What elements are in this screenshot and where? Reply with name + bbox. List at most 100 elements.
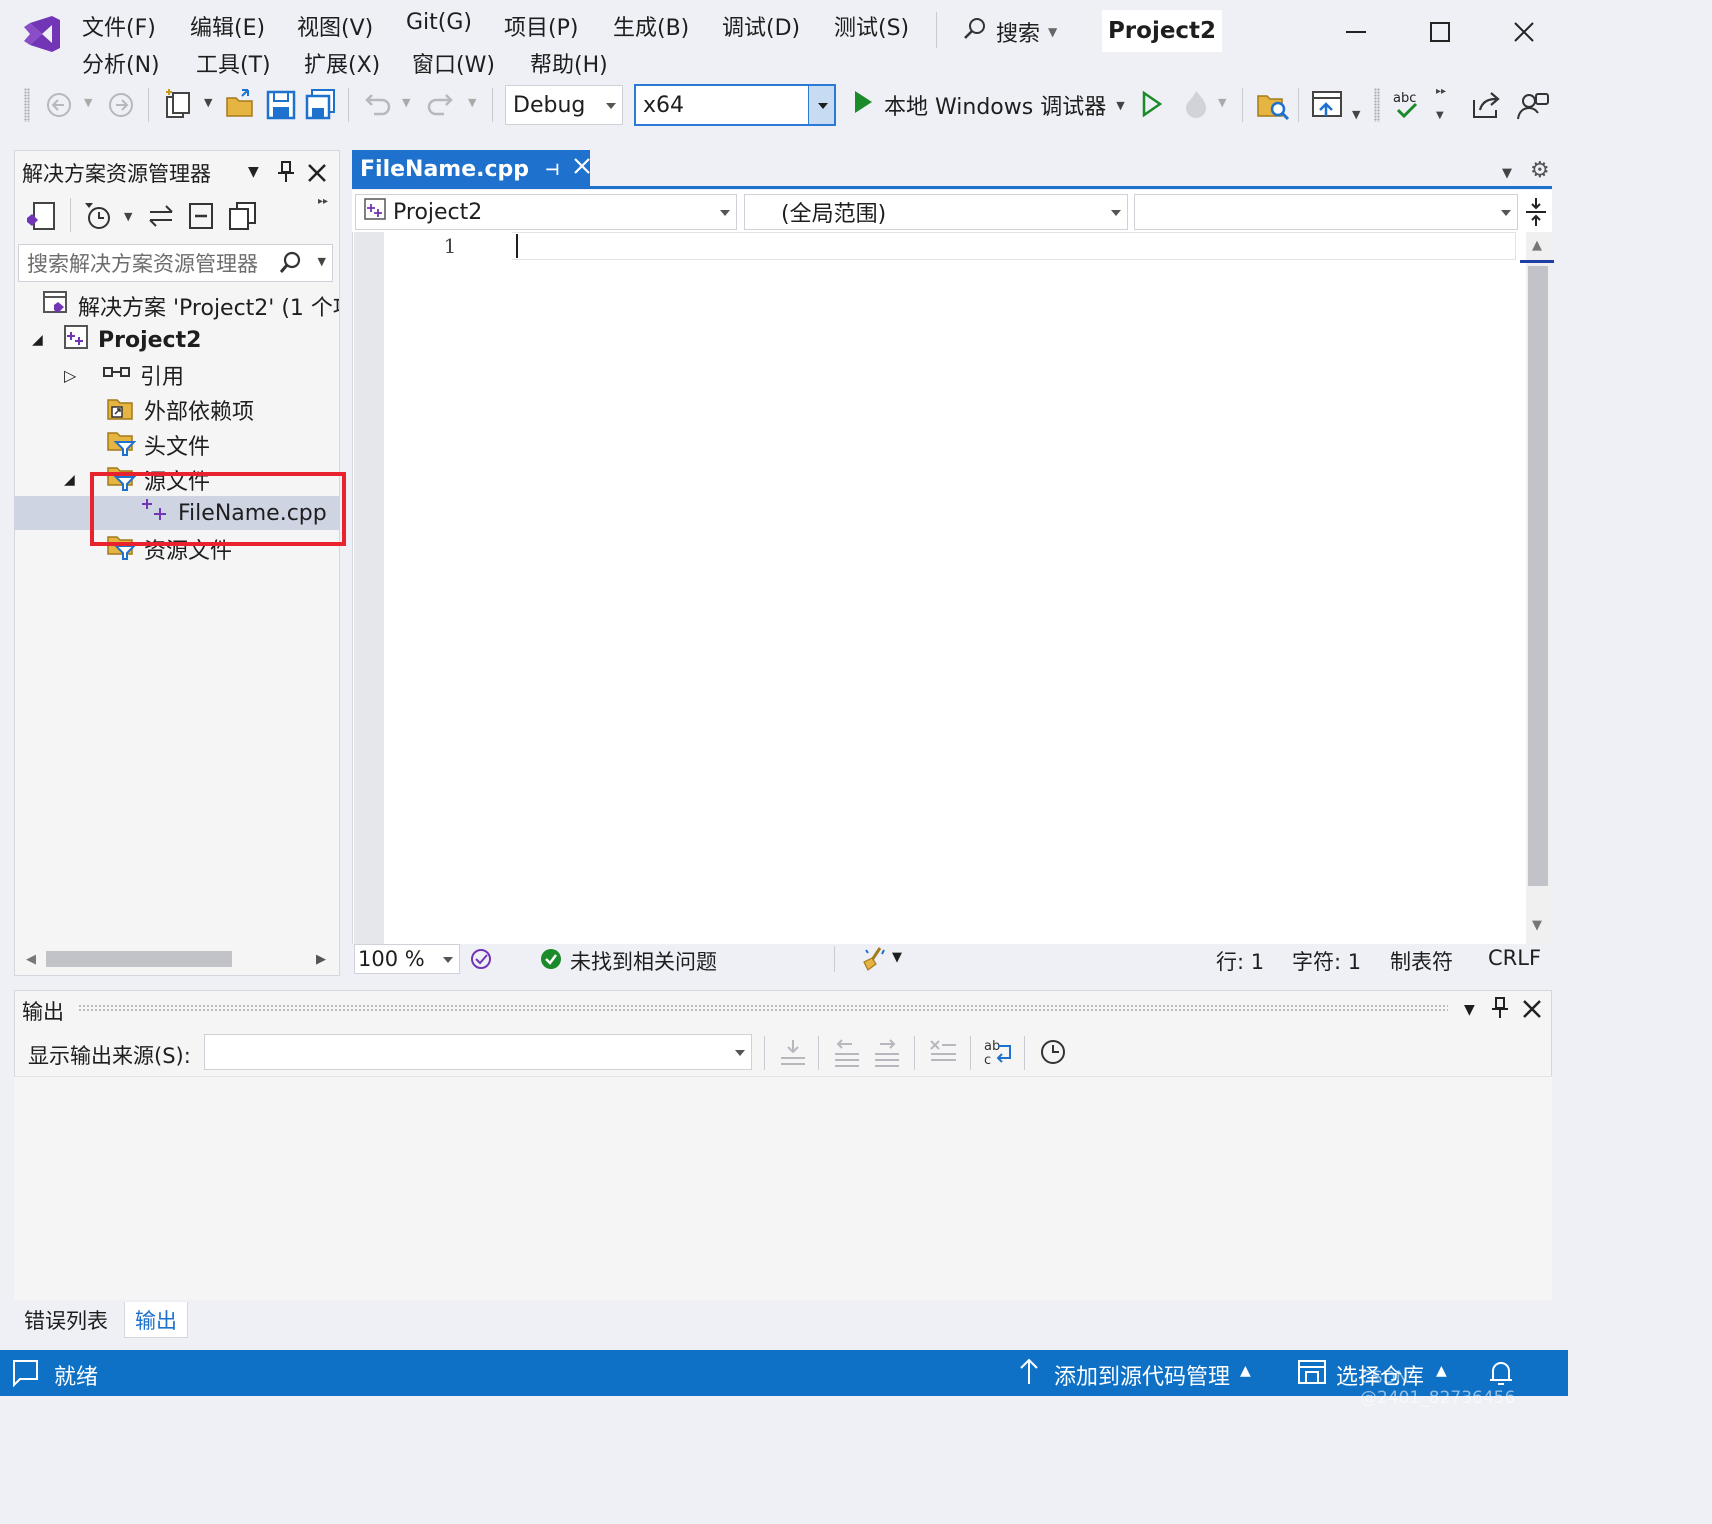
tab-error-list[interactable]: 错误列表	[14, 1302, 118, 1338]
intellicode-icon[interactable]	[468, 946, 494, 977]
share-icon[interactable]	[1470, 88, 1504, 128]
next-message-icon[interactable]	[872, 1036, 902, 1074]
split-editor-icon[interactable]	[1522, 196, 1550, 234]
close-icon[interactable]	[306, 162, 328, 190]
collapsed-triangle-icon[interactable]: ▷	[64, 366, 94, 385]
toolbar-grip[interactable]	[1374, 88, 1380, 122]
menu-view[interactable]: 视图(V)	[297, 10, 373, 42]
save-all-icon[interactable]	[304, 88, 338, 128]
code-editor[interactable]	[352, 232, 1526, 944]
toolbar-grip[interactable]	[24, 88, 30, 122]
close-icon[interactable]	[1521, 998, 1543, 1026]
pending-changes-filter-icon[interactable]	[82, 200, 116, 238]
chevron-down-icon[interactable]: ▼	[124, 210, 132, 223]
collapse-all-icon[interactable]	[186, 200, 216, 238]
hot-reload-icon[interactable]	[1180, 88, 1212, 126]
issues-status[interactable]: 未找到相关问题	[570, 946, 717, 976]
tab-output[interactable]: 输出	[124, 1302, 188, 1338]
toolbar-overflow-icon[interactable]: ▸▸ ▼	[1436, 86, 1446, 122]
tree-item-header-files[interactable]: 头文件	[106, 429, 210, 461]
menu-window[interactable]: 窗口(W)	[412, 47, 495, 79]
expanded-triangle-icon[interactable]: ◢	[32, 332, 54, 348]
pin-icon[interactable]	[276, 160, 296, 190]
undo-icon[interactable]	[360, 88, 394, 128]
output-source-dropdown[interactable]	[204, 1034, 752, 1070]
pin-icon[interactable]	[1490, 996, 1510, 1026]
chevron-down-icon[interactable]: ▼	[84, 96, 92, 109]
solution-platform-dropdown[interactable]: x64	[634, 84, 836, 126]
tree-item-solution[interactable]: 解决方案 'Project2' (1 个项	[42, 290, 339, 322]
toggle-word-wrap-icon[interactable]: ab c	[982, 1036, 1014, 1074]
menu-test[interactable]: 测试(S)	[834, 10, 909, 42]
close-window-button[interactable]	[1504, 12, 1544, 52]
chevron-down-icon[interactable]: ▼	[1464, 1002, 1475, 1018]
chevron-down-icon[interactable]: ▼	[1218, 96, 1226, 109]
char-position[interactable]: 字符: 1	[1292, 946, 1361, 976]
maximize-button[interactable]	[1420, 12, 1460, 52]
chevron-down-icon[interactable]: ▼	[204, 96, 212, 109]
tree-item-project[interactable]: ◢ Project2	[32, 324, 201, 356]
arrow-up-icon[interactable]	[1016, 1356, 1042, 1394]
save-icon[interactable]	[264, 88, 298, 128]
scroll-up-icon[interactable]: ▲	[1532, 238, 1542, 253]
search-box[interactable]: 搜索 ▼	[962, 16, 1057, 48]
tab-list-dropdown-icon[interactable]: ▼	[1502, 166, 1512, 181]
sync-with-active-document-icon[interactable]	[146, 200, 176, 238]
spell-check-icon[interactable]: abc	[1390, 88, 1424, 128]
scroll-right-icon[interactable]: ▶	[316, 952, 326, 967]
scroll-left-icon[interactable]: ◀	[26, 952, 36, 967]
chevron-up-icon[interactable]: ▲	[1240, 1363, 1251, 1379]
member-scope-dropdown[interactable]	[1134, 194, 1518, 230]
tree-item-references[interactable]: ▷ 引用	[64, 359, 184, 391]
navigate-back-icon[interactable]	[44, 90, 74, 126]
close-tab-icon[interactable]	[572, 156, 592, 182]
project-scope-dropdown[interactable]: Project2	[355, 194, 737, 230]
open-folder-icon[interactable]	[224, 88, 258, 128]
feedback-icon[interactable]	[1516, 88, 1550, 128]
menu-analyze[interactable]: 分析(N)	[82, 47, 160, 79]
start-without-debugging-icon[interactable]	[1140, 90, 1164, 124]
panel-drag-grip[interactable]	[78, 1004, 1448, 1012]
previous-message-icon[interactable]	[832, 1036, 862, 1074]
zoom-dropdown[interactable]: 100 %	[354, 944, 460, 974]
gear-icon[interactable]: ⚙	[1530, 158, 1550, 183]
scrollbar-thumb[interactable]	[1528, 266, 1548, 886]
menu-build[interactable]: 生成(B)	[613, 10, 689, 42]
menu-git[interactable]: Git(G)	[406, 10, 472, 35]
repository-icon[interactable]	[1296, 1358, 1328, 1394]
show-all-files-icon[interactable]	[226, 200, 258, 238]
visual-studio-logo-icon[interactable]	[20, 14, 64, 54]
search-icon[interactable]	[278, 250, 302, 281]
tree-item-external-dependencies[interactable]: 外部依赖项	[106, 394, 254, 426]
chevron-down-icon[interactable]: ▼	[402, 96, 410, 109]
menu-help[interactable]: 帮助(H)	[530, 47, 608, 79]
chevron-down-icon[interactable]: ▼	[468, 96, 476, 109]
add-to-source-control-button[interactable]: 添加到源代码管理	[1054, 1359, 1230, 1391]
indent-mode[interactable]: 制表符	[1390, 946, 1453, 976]
tab-filename-cpp[interactable]: FileName.cpp ⊣	[352, 150, 590, 188]
chevron-down-icon[interactable]: ▼	[248, 164, 259, 180]
menu-file[interactable]: 文件(F)	[82, 10, 156, 42]
chevron-down-icon[interactable]: ▼	[1352, 108, 1360, 121]
solution-explorer-horizontal-scrollbar[interactable]: ◀ ▶	[14, 944, 340, 974]
chevron-down-icon[interactable]: ▼	[892, 950, 902, 965]
minimize-button[interactable]	[1336, 12, 1376, 52]
switch-views-icon[interactable]	[24, 200, 58, 238]
solution-configuration-dropdown[interactable]: Debug	[505, 85, 623, 125]
code-cleanup-icon[interactable]	[860, 944, 888, 977]
editor-vertical-scrollbar[interactable]: ▲ ▼	[1520, 232, 1554, 944]
solution-explorer-search-input[interactable]: 搜索解决方案资源管理器 ▼	[18, 244, 333, 282]
pin-tab-icon[interactable]: ⊣	[545, 160, 560, 179]
start-debugging-button[interactable]: 本地 Windows 调试器 ▼	[852, 88, 1125, 122]
clock-icon[interactable]	[1038, 1036, 1068, 1074]
find-message-in-code-icon[interactable]	[778, 1036, 808, 1074]
new-project-icon[interactable]	[162, 88, 196, 128]
menu-debug[interactable]: 调试(D)	[722, 10, 800, 42]
notification-icon[interactable]	[10, 1358, 40, 1394]
line-position[interactable]: 行: 1	[1216, 946, 1264, 976]
scrollbar-thumb[interactable]	[46, 951, 232, 967]
navigate-forward-icon[interactable]	[106, 90, 136, 126]
menu-project[interactable]: 项目(P)	[504, 10, 578, 42]
menu-extensions[interactable]: 扩展(X)	[304, 47, 380, 79]
clear-all-icon[interactable]	[928, 1036, 958, 1074]
